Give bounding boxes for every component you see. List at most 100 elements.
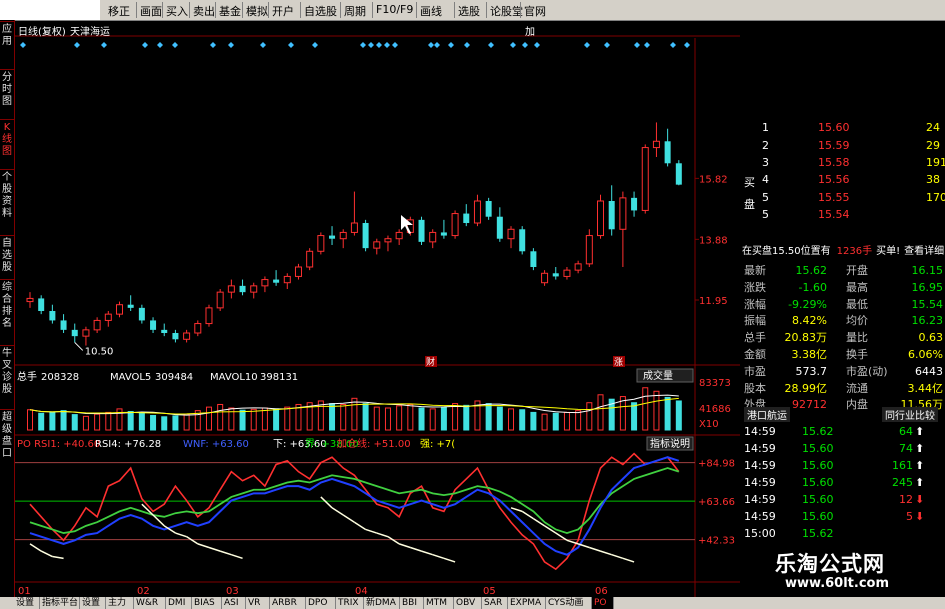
bottom-tab-0[interactable]: 设置	[14, 597, 40, 609]
toolbar-button-2[interactable]: 买入	[166, 3, 188, 19]
bottom-tab-7[interactable]: ASI	[222, 597, 246, 609]
toolbar-separator	[300, 2, 301, 18]
bottom-tab-17[interactable]: EXPMA	[508, 597, 546, 609]
volume-bar	[329, 403, 336, 431]
x-axis-label: 03	[226, 586, 239, 597]
signal-diamond-icon	[101, 42, 107, 48]
candle-body	[183, 332, 191, 340]
toolbar-button-10[interactable]: 画线	[420, 3, 442, 19]
left-tab-5[interactable]: 综合排名	[0, 282, 14, 330]
bid-row: 5 15.55 170	[742, 190, 945, 205]
left-tab-1[interactable]: 分时图	[0, 72, 14, 108]
signal-diamond-icon	[260, 42, 266, 48]
indicator-help-button: 指标说明	[650, 437, 690, 450]
strength-segment	[387, 536, 400, 545]
candle-body	[530, 251, 537, 267]
candle-body	[362, 223, 369, 249]
strength-segment	[231, 554, 243, 560]
toolbar-button-1[interactable]: 画面	[140, 3, 162, 19]
candle-body	[49, 311, 56, 321]
bottom-tab-10[interactable]: DPO	[306, 597, 336, 609]
bottom-tab-14[interactable]: MTM	[424, 597, 454, 609]
bottom-tab-16[interactable]: SAR	[482, 597, 508, 609]
bottom-tab-5[interactable]: DMI	[166, 597, 192, 609]
tick-row: 14:59 15.60 5 ⬇	[742, 509, 945, 524]
bottom-tab-6[interactable]: BIAS	[192, 597, 222, 609]
volume-bar	[273, 408, 280, 431]
bottom-tab-15[interactable]: OBV	[454, 597, 482, 609]
bid-price: 15.58	[818, 156, 850, 169]
left-tab-3[interactable]: 个股资料	[0, 172, 14, 220]
volume-tick-label: 83373	[699, 378, 731, 389]
toolbar-button-4[interactable]: 基金	[219, 3, 241, 19]
toolbar-button-9[interactable]: F10/F9	[376, 3, 413, 16]
tick-row: 14:59 15.62 64 ⬆	[742, 424, 945, 439]
bottom-tab-4[interactable]: W&R	[134, 597, 166, 609]
notice-action: 买单!	[876, 246, 901, 257]
volume-bar	[150, 414, 157, 431]
toolbar-separator	[416, 2, 417, 18]
toolbar-button-6[interactable]: 开户	[272, 3, 294, 19]
volume-bar	[261, 407, 268, 431]
bid-price: 15.56	[818, 173, 850, 186]
candle-body	[150, 320, 157, 330]
tick-price: 15.60	[802, 442, 834, 455]
toolbar-separator	[372, 2, 373, 18]
candle-body	[172, 333, 179, 340]
bottom-tab-2[interactable]: 设置	[80, 597, 106, 609]
watermark-title: 乐淘公式网	[775, 552, 885, 576]
toolbar-separator	[454, 2, 455, 18]
stat-row: 最新 15.62 开盘 16.15	[742, 263, 945, 278]
left-tab-0[interactable]: 应用	[0, 24, 14, 48]
tab-sector[interactable]: 港口航运	[744, 407, 790, 422]
toolbar-button-11[interactable]: 选股	[458, 3, 480, 19]
tick-price: 15.62	[802, 527, 834, 540]
tick-row: 14:59 15.60 12 ⬇	[742, 492, 945, 507]
toolbar-button-13[interactable]: 官网	[524, 3, 546, 19]
candle-body	[127, 304, 134, 308]
toolbar-button-0[interactable]: 移正	[108, 3, 130, 19]
left-tab-2[interactable]: K线图	[0, 122, 14, 158]
stat-value: 16.15	[911, 264, 944, 277]
bottom-tab-1[interactable]: 指标平台	[40, 597, 80, 609]
bid-volume: 191	[926, 156, 945, 169]
bottom-tab-9[interactable]: ARBR	[270, 597, 306, 609]
toolbar-button-8[interactable]: 周期	[344, 3, 366, 19]
bid-volume: 24	[926, 121, 940, 134]
strength-segment	[376, 532, 389, 538]
arrow-up-icon: ⬆	[915, 476, 925, 489]
kline-chart[interactable]: 15.82 13.88 11.95 10.50 财 涨总手 208328 MAVOL5 3094…	[15, 20, 740, 597]
volume-bar	[519, 409, 526, 431]
bottom-tab-8[interactable]: VR	[246, 597, 270, 609]
strength-segment	[29, 543, 42, 552]
candle-body	[60, 320, 67, 330]
bottom-tab-12[interactable]: 新DMA	[364, 597, 400, 609]
tick-time: 14:59	[744, 493, 776, 506]
indicator-legend-item: 加仓线: +51.00	[337, 437, 411, 450]
strength-segment	[365, 528, 378, 534]
tab-peer-compare[interactable]: 同行业比较	[882, 407, 938, 422]
chart-period[interactable]: 日线(复权)	[18, 23, 66, 38]
candle-body	[161, 329, 168, 333]
left-tab-4[interactable]: 自选股	[0, 238, 14, 274]
toolbar-button-3[interactable]: 卖出	[193, 3, 215, 19]
bottom-tab-19[interactable]: PO	[592, 597, 614, 609]
bottom-tab-3[interactable]: 主力	[106, 597, 134, 609]
candle-body	[563, 269, 571, 277]
arrow-down-icon: ⬇	[915, 493, 925, 506]
stat-value: 16.95	[911, 280, 944, 294]
strength-segment	[443, 557, 456, 563]
toolbar-button-7[interactable]: 自选股	[304, 3, 337, 19]
toolbar-separator	[215, 2, 216, 18]
left-tab-6[interactable]: 牛叉诊股	[0, 348, 14, 396]
notice-detail-link[interactable]: 查看详细	[904, 246, 944, 257]
bottom-tab-13[interactable]: BBI	[400, 597, 424, 609]
bid-volume: 170	[926, 191, 945, 204]
bottom-tab-18[interactable]: CYS动画	[546, 597, 592, 609]
stat-label: 金额	[744, 348, 766, 361]
toolbar-button-12[interactable]: 论股堂	[490, 3, 523, 19]
left-tab-7[interactable]: 超级盘口	[0, 412, 14, 460]
bottom-tab-11[interactable]: TRIX	[336, 597, 364, 609]
toolbar-button-5[interactable]: 模拟	[246, 3, 268, 19]
signal-diamond-icon	[604, 42, 610, 48]
